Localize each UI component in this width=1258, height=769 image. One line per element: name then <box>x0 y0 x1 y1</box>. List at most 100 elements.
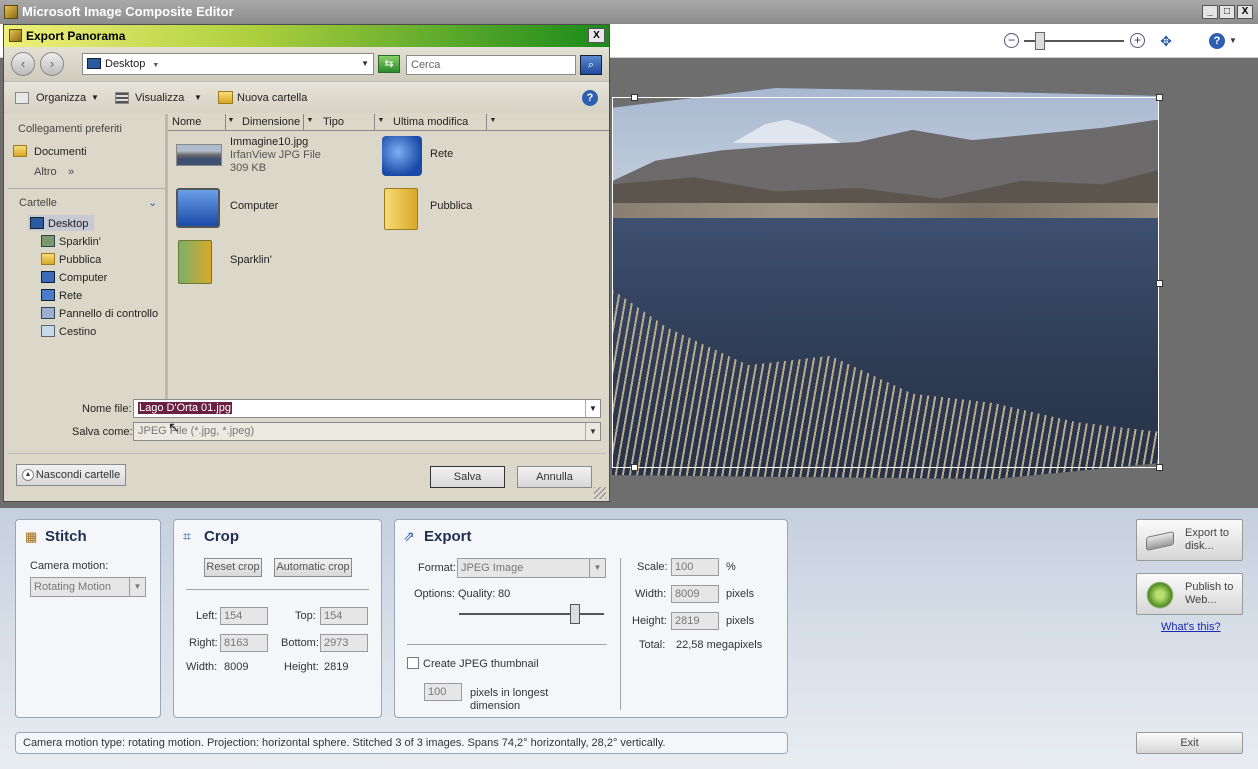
export-to-disk-button[interactable]: Export to disk... <box>1136 519 1243 561</box>
chevron-down-icon[interactable]: ▼ <box>361 54 369 74</box>
export-width-field[interactable]: 8009 <box>671 585 719 603</box>
refresh-icon[interactable]: ⇆ <box>378 55 400 73</box>
file-item[interactable]: Pubblica <box>378 186 578 232</box>
close-button[interactable]: X <box>1237 5 1253 19</box>
file-item[interactable]: Computer <box>172 186 372 232</box>
exit-button[interactable]: Exit <box>1136 732 1243 754</box>
chevron-down-icon[interactable]: ▼ <box>194 93 202 102</box>
crop-handle[interactable] <box>631 94 638 101</box>
camera-motion-select[interactable]: Rotating Motion ▼ <box>30 577 146 597</box>
chevron-down-icon[interactable]: ⌄ <box>148 196 157 209</box>
format-select[interactable]: JPEG Image ▼ <box>457 558 606 578</box>
search-input[interactable]: Cerca <box>406 55 576 75</box>
save-as-select[interactable]: JPEG File (*.jpg, *.jpeg) ▼ <box>133 422 601 441</box>
zoom-out-icon[interactable]: − <box>1004 33 1019 48</box>
help-icon[interactable]: ? <box>582 90 598 106</box>
crop-handle[interactable] <box>1156 280 1163 287</box>
column-nome[interactable]: Nome <box>168 114 226 130</box>
file-type: IrfanView JPG File <box>230 149 321 161</box>
search-icon[interactable]: ⌕ <box>580 55 602 75</box>
camera-motion-value: Rotating Motion <box>34 581 112 593</box>
maximize-button[interactable]: □ <box>1219 5 1235 19</box>
save-button[interactable]: Salva <box>430 466 505 488</box>
organize-menu[interactable]: Organizza <box>36 92 86 104</box>
desktop-icon <box>30 217 44 229</box>
file-item[interactable]: Rete <box>378 134 578 180</box>
crop-handle[interactable] <box>1156 464 1163 471</box>
view-menu[interactable]: Visualizza <box>135 92 184 104</box>
help-dropdown-icon[interactable]: ▼ <box>1229 36 1237 45</box>
column-tipo[interactable]: Tipo <box>319 114 375 130</box>
thumbnail-size-field[interactable]: 100 <box>424 683 462 701</box>
back-button[interactable]: ‹ <box>11 52 35 76</box>
crop-right-field[interactable]: 8163 <box>220 634 268 652</box>
command-bar: Organizza ▼ Visualizza ▼ Nuova cartella … <box>4 81 609 113</box>
column-dimensione[interactable]: Dimensione <box>238 114 304 130</box>
column-ultima-modifica[interactable]: Ultima modifica <box>389 114 487 130</box>
cancel-button[interactable]: Annulla <box>517 466 592 488</box>
chevron-down-icon[interactable]: ▼ <box>488 117 498 124</box>
tree-item-desktop[interactable]: Desktop <box>48 218 88 230</box>
folders-header[interactable]: Cartelle <box>19 197 57 209</box>
file-name: Immagine10.jpg <box>230 136 309 148</box>
chevron-down-icon[interactable]: ▼ <box>585 423 600 440</box>
crop-height-value: 2819 <box>324 661 349 673</box>
more-icon[interactable]: » <box>68 166 74 178</box>
crop-top-field[interactable]: 154 <box>320 607 368 625</box>
control-panel-icon <box>41 307 55 319</box>
crop-left-field[interactable]: 154 <box>220 607 268 625</box>
quality-label: Quality: <box>458 588 496 600</box>
fit-to-window-icon[interactable]: ✥ <box>1158 33 1174 49</box>
dialog-close-button[interactable]: X <box>588 28 605 43</box>
thumbnail-checkbox[interactable] <box>407 657 419 669</box>
network-icon <box>41 289 55 301</box>
zoom-slider-thumb[interactable] <box>1035 32 1045 50</box>
location-value: Desktop <box>105 58 146 70</box>
file-item[interactable]: Immagine10.jpg IrfanView JPG File 309 KB <box>172 134 372 180</box>
chevron-down-icon[interactable]: ▼ <box>91 93 99 102</box>
save-as-label: Salva come: <box>72 426 133 438</box>
export-height-label: Height: <box>632 615 667 627</box>
help-icon[interactable]: ? <box>1209 33 1225 49</box>
thumbnail-label[interactable]: Create JPEG thumbnail <box>423 658 539 670</box>
whats-this-link[interactable]: What's this? <box>1161 621 1221 633</box>
file-name: Pubblica <box>430 200 473 212</box>
tree-item-cestino[interactable]: Cestino <box>59 326 96 338</box>
disk-icon <box>1146 531 1174 551</box>
favorite-documenti[interactable]: Documenti <box>34 146 87 158</box>
reset-crop-button[interactable]: Reset crop <box>204 558 262 577</box>
file-item[interactable]: Sparklin' <box>172 238 372 284</box>
chevron-down-icon[interactable]: ▼ <box>305 117 315 124</box>
quality-slider-track[interactable] <box>459 613 604 615</box>
address-bar: ‹ › Desktop ▼ ▼ ⇆ Cerca ⌕ <box>4 47 609 81</box>
location-combo[interactable]: Desktop ▼ ▼ <box>82 53 374 75</box>
hide-folders-button[interactable]: ▲ Nascondi cartelle <box>16 464 126 486</box>
format-value: JPEG Image <box>461 562 524 574</box>
chevron-down-icon[interactable]: ▼ <box>376 117 386 124</box>
publish-to-web-button[interactable]: Publish to Web... <box>1136 573 1243 615</box>
crop-width-value: 8009 <box>224 661 249 673</box>
minimize-button[interactable]: _ <box>1202 5 1218 19</box>
scale-field[interactable]: 100 <box>671 558 719 576</box>
folder-icon <box>41 253 55 265</box>
crop-rectangle[interactable] <box>612 97 1159 468</box>
more-link[interactable]: Altro <box>34 166 57 178</box>
chevron-down-icon[interactable]: ▼ <box>226 117 236 124</box>
crop-handle[interactable] <box>1156 94 1163 101</box>
filename-input[interactable]: Lago D'Orta 01.jpg ▼ <box>133 399 601 418</box>
automatic-crop-button[interactable]: Automatic crop <box>274 558 352 577</box>
new-folder-button[interactable]: Nuova cartella <box>237 92 307 104</box>
quality-slider-thumb[interactable] <box>570 604 580 624</box>
chevron-down-icon[interactable]: ▼ <box>585 400 600 417</box>
forward-button[interactable]: › <box>40 52 64 76</box>
resize-grip-icon[interactable] <box>594 487 606 499</box>
crop-handle[interactable] <box>631 464 638 471</box>
tree-item-pubblica[interactable]: Pubblica <box>59 254 101 266</box>
zoom-in-icon[interactable]: + <box>1130 33 1145 48</box>
tree-item-computer[interactable]: Computer <box>59 272 107 284</box>
tree-item-sparklin[interactable]: Sparklin' <box>59 236 101 248</box>
export-height-field[interactable]: 2819 <box>671 612 719 630</box>
crop-bottom-field[interactable]: 2973 <box>320 634 368 652</box>
tree-item-rete[interactable]: Rete <box>59 290 82 302</box>
tree-item-control-panel[interactable]: Pannello di controllo <box>59 308 158 320</box>
